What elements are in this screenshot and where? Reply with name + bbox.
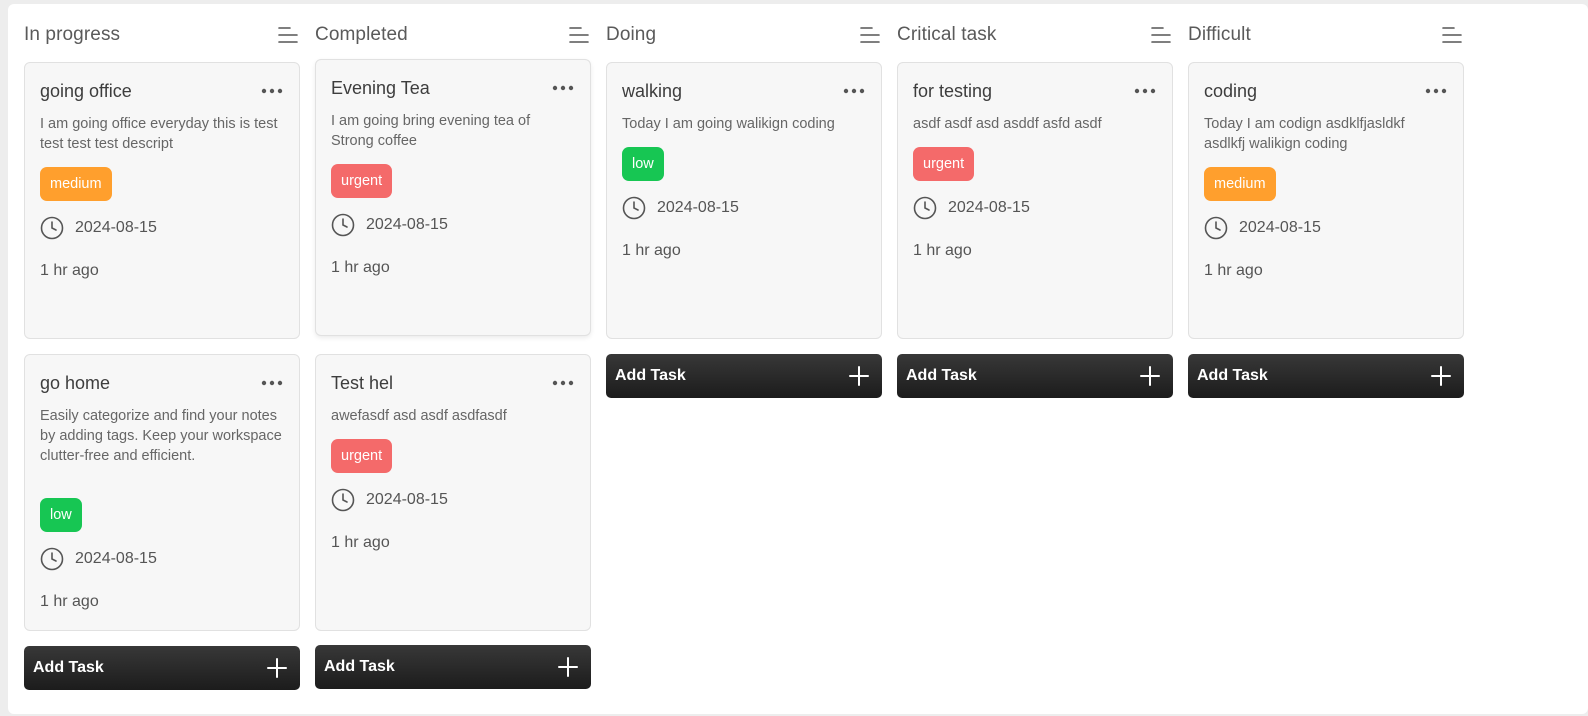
add-task-label: Add Task — [615, 367, 686, 384]
clock-icon — [40, 547, 64, 571]
add-task-button[interactable]: Add Task — [315, 645, 591, 689]
plus-icon — [558, 657, 578, 677]
kanban-board: In progress going office I am going offi… — [8, 4, 1588, 714]
task-description: Today I am going walikign coding — [622, 116, 835, 132]
task-title: walking — [622, 81, 683, 101]
task-description: Today I am codign asdklfjasldkf asdlkfj … — [1204, 116, 1405, 152]
column-header: Completed — [315, 4, 591, 62]
time-ago: 1 hr ago — [622, 242, 681, 259]
add-task-label: Add Task — [33, 659, 104, 676]
task-description: I am going office everyday this is test … — [40, 116, 278, 152]
time-ago: 1 hr ago — [913, 242, 972, 259]
column-completed: Completed Evening Tea I am going bring e… — [315, 4, 591, 689]
add-task-label: Add Task — [1197, 367, 1268, 384]
more-options-icon[interactable] — [1134, 87, 1156, 95]
due-date-text: 2024-08-15 — [366, 491, 448, 508]
task-description: awefasdf asd asdf asdfasdf — [331, 408, 507, 424]
more-options-icon[interactable] — [261, 87, 283, 95]
column-title: Difficult — [1188, 24, 1251, 45]
column-menu-icon[interactable] — [1151, 26, 1171, 44]
time-ago: 1 hr ago — [331, 534, 390, 551]
time-ago: 1 hr ago — [40, 262, 99, 279]
column-difficult: Difficult coding Today I am codign asdkl… — [1188, 4, 1464, 398]
task-description: Easily categorize and find your notes by… — [40, 408, 282, 464]
task-description: I am going bring evening tea of Strong c… — [331, 113, 531, 149]
task-title: Evening Tea — [331, 78, 430, 98]
due-date-text: 2024-08-15 — [657, 199, 739, 216]
column-header: Doing — [606, 4, 882, 62]
add-task-button[interactable]: Add Task — [606, 354, 882, 398]
column-menu-icon[interactable] — [860, 26, 880, 44]
task-title: Test hel — [331, 373, 394, 393]
plus-icon — [1431, 366, 1451, 386]
due-date-text: 2024-08-15 — [75, 550, 157, 567]
task-card[interactable]: going office I am going office everyday … — [24, 62, 300, 339]
add-task-button[interactable]: Add Task — [24, 646, 300, 690]
due-date-text: 2024-08-15 — [75, 219, 157, 236]
column-header: In progress — [24, 4, 300, 62]
task-card[interactable]: walking Today I am going walikign coding… — [606, 62, 882, 339]
clock-icon — [40, 216, 64, 240]
more-options-icon[interactable] — [261, 379, 283, 387]
column-menu-icon[interactable] — [278, 26, 298, 44]
clock-icon — [331, 488, 355, 512]
column-header: Difficult — [1188, 4, 1464, 62]
priority-badge: medium — [1204, 167, 1276, 201]
task-title: go home — [40, 373, 111, 393]
task-title: going office — [40, 81, 132, 101]
priority-badge: low — [40, 498, 82, 532]
column-title: Critical task — [897, 24, 997, 45]
task-card[interactable]: coding Today I am codign asdklfjasldkf a… — [1188, 62, 1464, 339]
column-critical-task: Critical task for testing asdf asdf asd … — [897, 4, 1173, 398]
priority-badge: urgent — [331, 164, 393, 198]
more-options-icon[interactable] — [552, 379, 574, 387]
task-title: coding — [1204, 81, 1258, 101]
task-description: asdf asdf asd asddf asfd asdf — [913, 116, 1102, 132]
column-title: Doing — [606, 24, 657, 45]
clock-icon — [913, 196, 937, 220]
column-title: In progress — [24, 24, 121, 45]
column-in-progress: In progress going office I am going offi… — [24, 4, 300, 690]
add-task-button[interactable]: Add Task — [897, 354, 1173, 398]
due-date-text: 2024-08-15 — [366, 216, 448, 233]
column-header: Critical task — [897, 4, 1173, 62]
task-card[interactable]: go home Easily categorize and find your … — [24, 354, 300, 631]
more-options-icon[interactable] — [1425, 87, 1447, 95]
plus-icon — [1140, 366, 1160, 386]
due-date-text: 2024-08-15 — [948, 199, 1030, 216]
column-title: Completed — [315, 24, 408, 45]
clock-icon — [1204, 216, 1228, 240]
priority-badge: urgent — [913, 147, 975, 181]
add-task-button[interactable]: Add Task — [1188, 354, 1464, 398]
more-options-icon[interactable] — [552, 84, 574, 92]
time-ago: 1 hr ago — [331, 259, 390, 276]
priority-badge: urgent — [331, 439, 393, 473]
clock-icon — [331, 213, 355, 237]
task-card[interactable]: for testing asdf asdf asd asddf asfd asd… — [897, 62, 1173, 339]
time-ago: 1 hr ago — [40, 593, 99, 610]
column-menu-icon[interactable] — [1442, 26, 1462, 44]
time-ago: 1 hr ago — [1204, 262, 1263, 279]
more-options-icon[interactable] — [843, 87, 865, 95]
priority-badge: low — [622, 147, 664, 181]
task-card[interactable]: Test hel awefasdf asd asdf asdfasdf urge… — [315, 354, 591, 631]
due-date-text: 2024-08-15 — [1239, 219, 1321, 236]
add-task-label: Add Task — [324, 658, 395, 675]
column-menu-icon[interactable] — [569, 26, 589, 44]
add-task-label: Add Task — [906, 367, 977, 384]
priority-badge: medium — [40, 167, 112, 201]
clock-icon — [622, 196, 646, 220]
task-card[interactable]: Evening Tea I am going bring evening tea… — [315, 59, 591, 336]
task-title: for testing — [913, 81, 993, 101]
plus-icon — [267, 658, 287, 678]
plus-icon — [849, 366, 869, 386]
column-doing: Doing walking Today I am going walikign … — [606, 4, 882, 398]
